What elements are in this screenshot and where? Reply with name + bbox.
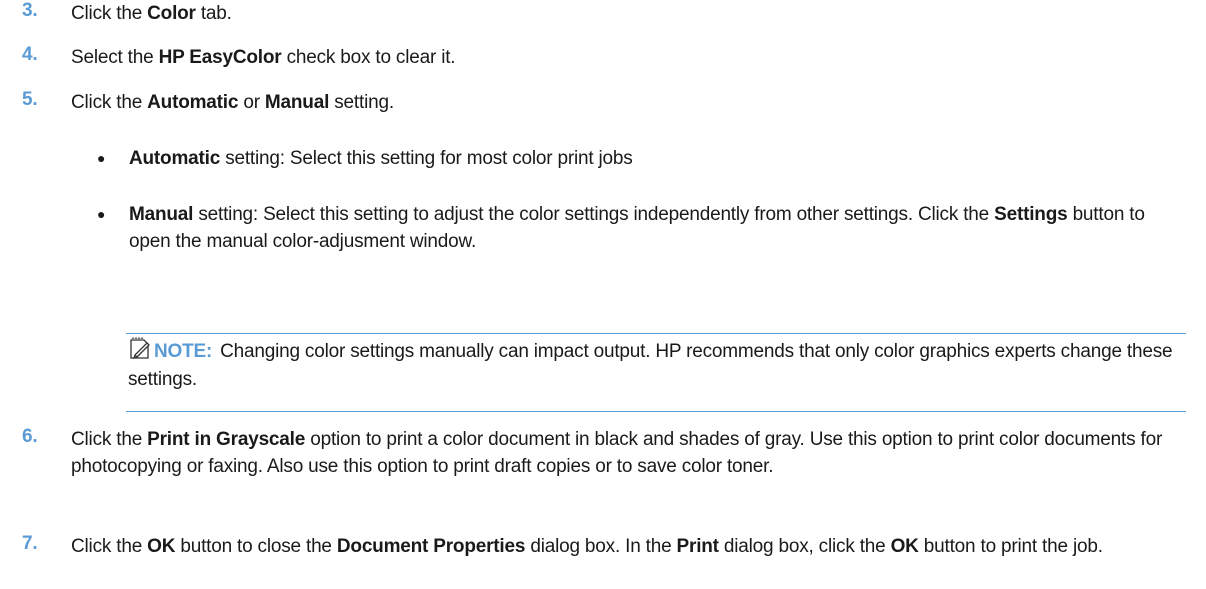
ui-term: Document Properties: [336, 536, 526, 557]
note-text: NOTE: Changing color settings manually ca…: [128, 338, 1176, 394]
text-segment: Select the: [71, 47, 159, 68]
ui-term: Settings: [994, 204, 1068, 225]
text-segment: button to close the: [175, 536, 337, 557]
step-number: 6.: [22, 426, 38, 447]
ui-term: Manual: [264, 92, 330, 113]
step-text: Click the OK button to close the Documen…: [71, 533, 1186, 560]
ui-term: OK: [890, 536, 919, 557]
text-segment: or: [238, 92, 265, 113]
ui-term: Color: [147, 3, 196, 24]
text-segment: dialog box. In the: [525, 536, 677, 557]
ui-term: Print: [676, 536, 719, 557]
bullet-icon: ●: [97, 150, 106, 166]
text-segment: button to print the job.: [918, 536, 1103, 557]
step-number: 5.: [22, 89, 38, 110]
ui-term: Automatic: [129, 148, 221, 169]
ui-term: Manual: [129, 204, 194, 225]
note-label: NOTE:: [154, 341, 213, 362]
step-text: Select the HP EasyColor check box to cle…: [71, 44, 1186, 71]
ui-term: Print in Grayscale: [147, 429, 306, 450]
text-segment: tab.: [195, 3, 232, 24]
bullet-icon: ●: [97, 206, 106, 222]
bullet-text: Manual setting: Select this setting to a…: [129, 201, 1186, 255]
text-segment: setting: Select this setting for most co…: [220, 148, 633, 169]
step-text: Click the Automatic or Manual setting.: [71, 89, 1186, 116]
step-number: 3.: [22, 0, 38, 21]
bullet-text: Automatic setting: Select this setting f…: [129, 145, 1186, 172]
step-number: 7.: [22, 533, 38, 554]
text-segment: check box to clear it.: [281, 47, 456, 68]
text-segment: Click the: [71, 536, 148, 557]
text-segment: Click the: [71, 92, 148, 113]
text-segment: Click the: [71, 429, 148, 450]
ui-term: HP EasyColor: [158, 47, 282, 68]
step-text: Click the Color tab.: [71, 0, 1186, 27]
step-number: 4.: [22, 44, 38, 65]
ui-term: OK: [147, 536, 176, 557]
text-segment: setting.: [329, 92, 394, 113]
ui-term: Automatic: [147, 92, 239, 113]
text-segment: Click the: [71, 3, 148, 24]
note-box: NOTE: Changing color settings manually ca…: [126, 333, 1186, 412]
text-segment: setting: Select this setting to adjust t…: [193, 204, 995, 225]
text-segment: dialog box, click the: [718, 536, 891, 557]
step-text: Click the Print in Grayscale option to p…: [71, 426, 1186, 480]
note-body: Changing color settings manually can imp…: [128, 341, 1173, 390]
